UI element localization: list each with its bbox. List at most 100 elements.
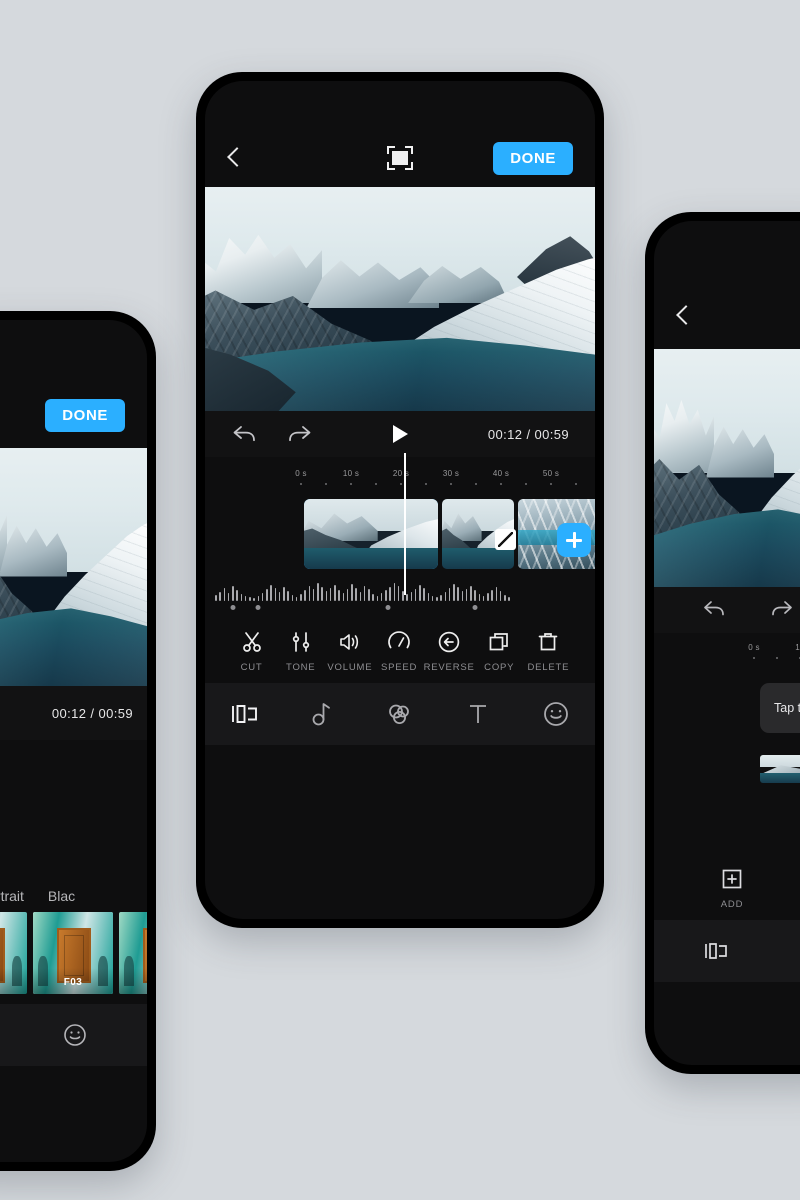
video-preview[interactable] — [205, 187, 595, 411]
right-nav-audio[interactable] — [796, 931, 800, 971]
waveform-bar — [355, 588, 357, 601]
waveform-bar — [436, 597, 438, 601]
left-nav-text[interactable] — [0, 1015, 3, 1055]
right-topbar — [654, 283, 800, 349]
filter-tab[interactable]: Blac — [48, 888, 75, 904]
keyframe-dot[interactable] — [385, 605, 391, 610]
undo-arrow-icon[interactable] — [231, 424, 259, 444]
ruler-tick — [325, 483, 327, 485]
trash-icon — [536, 630, 560, 654]
waveform-bar — [508, 597, 510, 601]
waveform-bar — [351, 584, 353, 601]
speaker-icon — [337, 630, 363, 654]
waveform-bar — [287, 591, 289, 601]
ruler-label: 0 s — [748, 643, 760, 652]
waveform-bar — [427, 593, 430, 601]
action-add[interactable]: ADD — [706, 867, 758, 910]
chevron-left-icon[interactable] — [227, 147, 240, 170]
clip-split-icon — [705, 943, 727, 959]
tool-label: COPY — [484, 662, 515, 673]
keyframe-dot[interactable] — [230, 605, 236, 610]
tool-copy[interactable]: COPY — [475, 630, 524, 673]
tool-delete[interactable]: DELETE — [524, 630, 573, 673]
right-timeline-area[interactable]: 0 s 10 Tap to — [654, 643, 800, 853]
tool-volume[interactable]: VOLUME — [325, 630, 374, 673]
timeline[interactable]: 0 s 10 s 20 s 30 s 40 s 50 s — [205, 453, 595, 614]
keyframe-dots[interactable] — [213, 602, 587, 614]
waveform-bar — [261, 593, 264, 601]
redo-arrow-icon[interactable] — [285, 424, 313, 444]
waveform-bar — [240, 594, 243, 601]
playhead[interactable] — [404, 453, 406, 595]
left-filter-strip[interactable]: 2 F03 — [0, 912, 147, 1004]
ruler-label: 20 s — [392, 469, 410, 478]
left-filter-tabs[interactable]: ePortraitBlac — [0, 878, 147, 912]
ruler-tick — [450, 483, 452, 485]
preview-scene — [205, 187, 595, 411]
text-t-icon — [470, 705, 486, 723]
play-triangle-icon[interactable] — [392, 425, 408, 443]
tool-speed[interactable]: SPEED — [374, 630, 423, 673]
waveform-bar — [270, 585, 272, 601]
ruler-tick — [550, 483, 552, 485]
playback-row: 00:12 / 00:59 — [205, 411, 595, 457]
nav-clip[interactable] — [220, 694, 268, 734]
nav-sticker[interactable] — [532, 694, 580, 734]
right-video-preview[interactable] — [654, 349, 800, 587]
waveform-bar — [368, 589, 370, 601]
right-bottom-nav[interactable] — [654, 920, 800, 982]
waveform-bar — [444, 592, 447, 601]
waveform-bar — [338, 590, 340, 601]
right-time-ruler: 0 s 10 — [748, 643, 800, 665]
waveform-bar — [278, 592, 281, 601]
nav-filter[interactable] — [376, 694, 424, 734]
nav-text[interactable] — [454, 694, 502, 734]
tool-tone[interactable]: TONE — [276, 630, 325, 673]
audio-waveform[interactable] — [213, 577, 587, 601]
chevron-left-icon[interactable] — [676, 305, 689, 328]
waveform-bar — [495, 587, 498, 601]
tool-row[interactable]: CUT TONE VOLUME SPEED REVERSE COPY DELETE — [205, 614, 595, 683]
waveform-bar — [482, 596, 485, 601]
list-item[interactable]: 2 — [0, 912, 27, 994]
right-timeline-clip[interactable] — [760, 755, 800, 783]
thumb-shade — [119, 968, 147, 994]
keyframe-dot[interactable] — [255, 605, 261, 610]
ruler-label: 40 s — [492, 469, 510, 478]
waveform-bar — [499, 591, 502, 601]
crop-frame-icon[interactable] — [387, 146, 413, 170]
list-item[interactable] — [119, 912, 147, 994]
left-nav-sticker[interactable] — [51, 1015, 99, 1055]
transition-icon[interactable] — [495, 529, 516, 550]
clip-track[interactable] — [205, 499, 595, 573]
add-plus-icon[interactable] — [557, 523, 591, 557]
bottom-nav[interactable] — [205, 683, 595, 745]
filter-name: F03 — [63, 977, 83, 988]
left-timeline-area[interactable] — [0, 740, 147, 878]
keyframe-dot[interactable] — [472, 605, 478, 610]
left-done-button[interactable]: DONE — [45, 398, 125, 432]
done-button[interactable]: DONE — [493, 141, 573, 175]
list-item[interactable]: F03 — [33, 912, 113, 994]
undo-arrow-icon[interactable] — [702, 600, 730, 620]
right-nav-clip[interactable] — [692, 931, 740, 971]
waveform-bar — [461, 591, 464, 601]
waveform-bar — [244, 596, 247, 601]
redo-arrow-icon[interactable] — [768, 600, 796, 620]
tool-label: VOLUME — [327, 662, 373, 673]
right-action-row[interactable]: ADDREPLACE — [654, 853, 800, 920]
nav-audio[interactable] — [298, 694, 346, 734]
left-video-preview[interactable] — [0, 448, 147, 686]
table-row[interactable] — [304, 499, 438, 569]
tool-cut[interactable]: CUT — [227, 630, 276, 673]
tool-reverse[interactable]: REVERSE — [424, 630, 475, 673]
clip-list[interactable] — [304, 499, 595, 569]
copy-icon — [487, 630, 511, 654]
left-bottom-nav[interactable] — [0, 1004, 147, 1066]
waveform-bar — [317, 583, 319, 601]
waveform-bar — [295, 597, 298, 601]
filter-tab[interactable]: Portrait — [0, 888, 24, 904]
ruler-tick — [525, 483, 527, 485]
waveform-bar — [223, 588, 226, 601]
waveform-bar — [274, 588, 277, 601]
